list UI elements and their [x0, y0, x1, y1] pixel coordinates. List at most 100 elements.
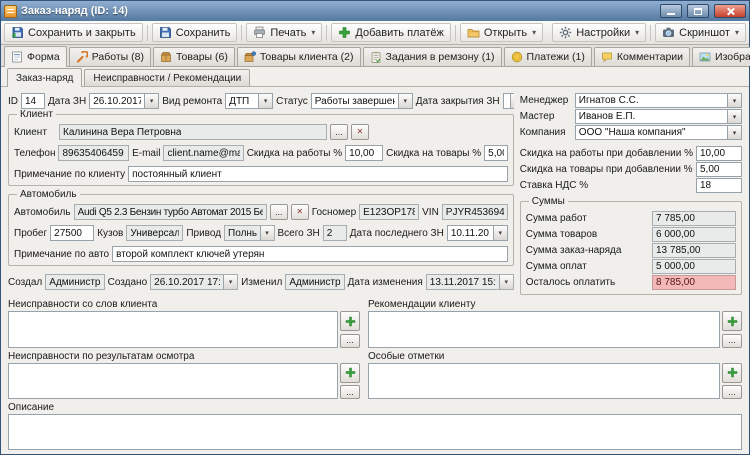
- tab-comments[interactable]: Комментарии: [593, 47, 691, 66]
- settings-label: Настройки: [576, 26, 631, 39]
- default-goods-discount-field[interactable]: 5,00: [696, 162, 742, 177]
- inspection-faults-textarea[interactable]: [8, 362, 338, 399]
- camera-icon: [662, 26, 675, 39]
- modified-at-field[interactable]: 13.11.2017 15:05▾: [425, 274, 514, 290]
- plate-field[interactable]: E123OP178: [359, 204, 420, 220]
- tab-label: Товары (6): [175, 51, 228, 63]
- recommendations-textarea[interactable]: [368, 311, 720, 348]
- company-field[interactable]: ООО "Наша компания" ▾: [574, 125, 742, 140]
- car-note-field[interactable]: второй комплект ключей утерян: [112, 246, 508, 262]
- add-client-fault-button[interactable]: [340, 311, 360, 331]
- special-notes-textarea[interactable]: [368, 362, 720, 399]
- save-close-button[interactable]: Сохранить и закрыть: [4, 23, 143, 42]
- plate-value: E123OP178: [363, 206, 416, 218]
- more-icon: ...: [346, 335, 354, 345]
- car-clear-button[interactable]: ✕: [290, 204, 309, 220]
- special-notes-more-button[interactable]: ...: [722, 385, 742, 399]
- order-date-field[interactable]: 26.10.2017 ▾: [89, 93, 160, 109]
- tab-goods[interactable]: Товары (6): [152, 47, 235, 66]
- id-field[interactable]: 14: [21, 93, 45, 109]
- box-icon: [160, 51, 172, 63]
- subtab-faults-recommendations[interactable]: Неисправности / Рекомендации: [84, 69, 251, 86]
- tab-images[interactable]: Изображения: [692, 47, 750, 66]
- manager-field[interactable]: Игнатов С.С. ▾: [574, 93, 742, 108]
- vat-field[interactable]: 18: [696, 178, 742, 193]
- vin-field[interactable]: PJYR4536942: [441, 204, 508, 220]
- master-field[interactable]: Иванов Е.П. ▾: [574, 109, 742, 124]
- tab-repair-zone-tasks[interactable]: Задания в ремзону (1): [362, 47, 502, 66]
- client-note-field[interactable]: постоянный клиент: [128, 166, 508, 182]
- mileage-field[interactable]: 27500: [50, 225, 95, 241]
- repair-type-field[interactable]: ДТП ▾: [225, 93, 274, 109]
- created-at-field[interactable]: 26.10.2017 17:04▾: [150, 274, 239, 290]
- modified-by-label: Изменил: [241, 276, 283, 288]
- wrench-icon: [76, 51, 88, 63]
- dropdown-arrow-icon[interactable]: ▾: [727, 94, 741, 107]
- default-work-discount-field[interactable]: 10,00: [696, 146, 742, 161]
- dropdown-arrow-icon[interactable]: ▾: [727, 126, 741, 139]
- print-button[interactable]: Печать ▾: [246, 23, 323, 42]
- dropdown-arrow-icon[interactable]: ▾: [259, 226, 274, 240]
- form-top-section: ID 14 Дата ЗН 26.10.2017 ▾ Вид ремонта ДТ…: [8, 93, 742, 295]
- created-by-field[interactable]: Администратор: [45, 274, 105, 290]
- status-field[interactable]: Работы завершены▾: [310, 93, 413, 109]
- client-lookup-button[interactable]: ...: [330, 124, 348, 140]
- dropdown-arrow-icon[interactable]: ▾: [397, 94, 412, 108]
- recommendations-buttons: ...: [722, 311, 742, 348]
- email-field[interactable]: client.name@mail.ru: [163, 145, 244, 161]
- description-textarea[interactable]: [8, 414, 742, 450]
- client-clear-button[interactable]: ✕: [351, 124, 369, 140]
- dropdown-arrow-icon[interactable]: ▾: [492, 226, 507, 240]
- order-total-label: Сумма заказ-наряда: [525, 245, 622, 256]
- dropdown-arrow-icon[interactable]: ▾: [144, 94, 159, 108]
- minimize-button[interactable]: [660, 4, 682, 18]
- subtab-label: Заказ-наряд: [16, 72, 74, 84]
- recommendations-more-button[interactable]: ...: [722, 333, 742, 348]
- settings-button[interactable]: Настройки ▾: [552, 23, 647, 42]
- body-field[interactable]: Универсал: [126, 225, 184, 241]
- add-inspection-fault-button[interactable]: [340, 362, 360, 383]
- maximize-button[interactable]: [687, 4, 709, 18]
- tab-works[interactable]: Работы (8): [68, 47, 151, 66]
- dropdown-arrow-icon[interactable]: ▾: [498, 275, 513, 289]
- drive-field[interactable]: Полный▾: [224, 225, 275, 241]
- close-date-field[interactable]: ▾: [502, 93, 514, 109]
- screenshot-button[interactable]: Скриншот ▾: [655, 23, 746, 42]
- tab-form[interactable]: Форма: [4, 46, 67, 67]
- tab-client-goods[interactable]: Товары клиента (2): [236, 47, 361, 66]
- close-button[interactable]: [714, 4, 746, 18]
- client-faults-textarea[interactable]: [8, 311, 338, 348]
- dropdown-arrow-icon[interactable]: ▾: [509, 94, 514, 108]
- client-note-value: постоянный клиент: [132, 168, 222, 180]
- add-payment-label: Добавить платёж: [355, 26, 444, 39]
- dropdown-arrow-icon[interactable]: ▾: [258, 94, 273, 108]
- save-button[interactable]: Сохранить: [151, 23, 238, 42]
- add-special-note-button[interactable]: [722, 362, 742, 383]
- modified-by-field[interactable]: Администратор: [285, 274, 345, 290]
- settings-caret-icon: ▾: [635, 27, 640, 37]
- inspection-faults-more-button[interactable]: ...: [340, 385, 360, 399]
- car-name-field[interactable]: Audi Q5 2.3 Бензин турбо Автомат 2015 Бе…: [73, 204, 267, 220]
- description-section: Описание: [8, 402, 742, 450]
- car-lookup-button[interactable]: ...: [269, 204, 288, 220]
- total-orders-label: Всего ЗН: [277, 227, 320, 239]
- dropdown-arrow-icon[interactable]: ▾: [223, 275, 238, 289]
- add-recommendation-button[interactable]: [722, 311, 742, 331]
- client-name-field[interactable]: Калинина Вера Петровна: [59, 124, 327, 140]
- total-orders-field[interactable]: 2: [322, 225, 347, 241]
- open-button[interactable]: Открыть ▾: [459, 23, 544, 42]
- subtab-order[interactable]: Заказ-наряд: [7, 68, 83, 87]
- client-note-label: Примечание по клиенту: [14, 168, 126, 180]
- order-date-value: 26.10.2017: [93, 95, 142, 107]
- more-icon: ...: [728, 335, 736, 345]
- last-order-date-field[interactable]: 10.11.2017▾: [446, 225, 508, 241]
- add-payment-button[interactable]: Добавить платёж: [331, 23, 451, 42]
- tab-label: Форма: [27, 51, 60, 63]
- tab-payments[interactable]: Платежи (1): [503, 47, 592, 66]
- client-faults-more-button[interactable]: ...: [340, 333, 360, 348]
- client-goods-discount-field[interactable]: 5,00: [484, 145, 508, 161]
- company-row: Компания ООО "Наша компания" ▾: [520, 125, 742, 140]
- client-work-discount-field[interactable]: 10,00: [345, 145, 384, 161]
- phone-field[interactable]: 89635406459: [58, 145, 130, 161]
- dropdown-arrow-icon[interactable]: ▾: [727, 110, 741, 123]
